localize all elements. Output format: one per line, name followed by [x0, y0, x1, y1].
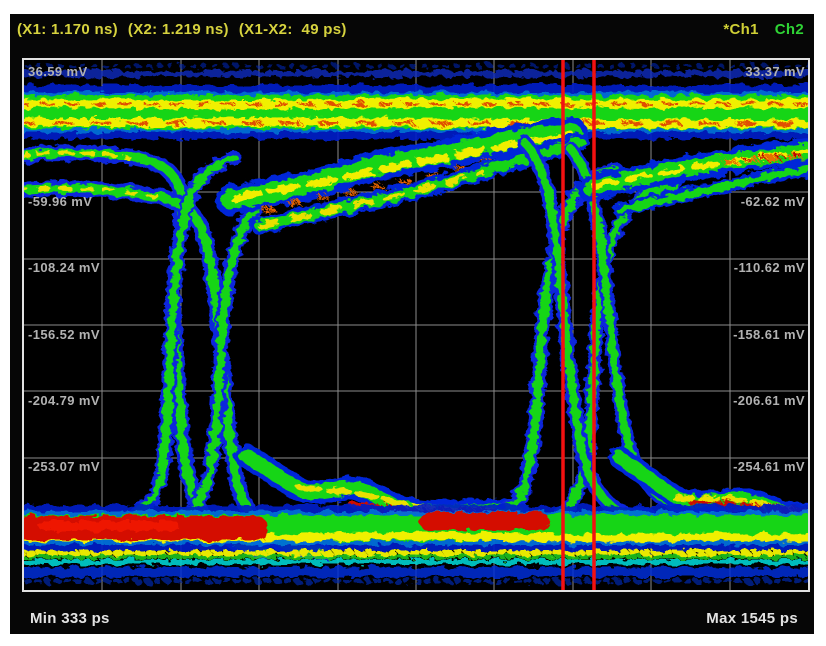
- eye-diagram-canvas: [24, 60, 808, 590]
- graticule-area: 36.59 mV -59.96 mV -108.24 mV -156.52 mV…: [22, 58, 810, 592]
- right-axis-label: -62.62 mV: [741, 194, 805, 209]
- cursor-x1-readout: (X1: 1.170 ns): [17, 21, 118, 38]
- scope-screen: (X1: 1.170 ns) (X2: 1.219 ns) (X1-X2: 49 p…: [10, 14, 814, 634]
- channel-2-label[interactable]: Ch2: [775, 21, 804, 38]
- channel-1-label[interactable]: *Ch1: [723, 21, 758, 38]
- cursor-readout: (X1: 1.170 ns) (X2: 1.219 ns) (X1-X2: 49 p…: [17, 21, 357, 38]
- cursor-delta-readout: (X1-X2: 49 ps): [239, 21, 347, 38]
- left-axis-label: -59.96 mV: [28, 194, 92, 209]
- header-bar: (X1: 1.170 ns) (X2: 1.219 ns) (X1-X2: 49 p…: [10, 14, 814, 58]
- left-axis-label: -253.07 mV: [28, 459, 100, 474]
- time-min-label: Min 333 ps: [30, 610, 110, 627]
- time-max-label: Max 1545 ps: [706, 610, 798, 627]
- right-axis-label: -110.62 mV: [734, 260, 805, 275]
- cursor-x2-readout: (X2: 1.219 ns): [128, 21, 229, 38]
- left-axis-label: -204.79 mV: [28, 393, 100, 408]
- screenshot-page: (X1: 1.170 ns) (X2: 1.219 ns) (X1-X2: 49 p…: [0, 0, 826, 646]
- right-axis-label: -206.61 mV: [733, 393, 805, 408]
- left-axis-label: -108.24 mV: [28, 260, 100, 275]
- left-axis-label: 36.59 mV: [28, 64, 88, 79]
- right-axis-label: -254.61 mV: [733, 459, 805, 474]
- right-axis-label: -158.61 mV: [733, 327, 805, 342]
- channel-labels: *Ch1 Ch2: [723, 21, 804, 38]
- left-axis-label: -156.52 mV: [28, 327, 100, 342]
- right-axis-label: 33.37 mV: [745, 64, 805, 79]
